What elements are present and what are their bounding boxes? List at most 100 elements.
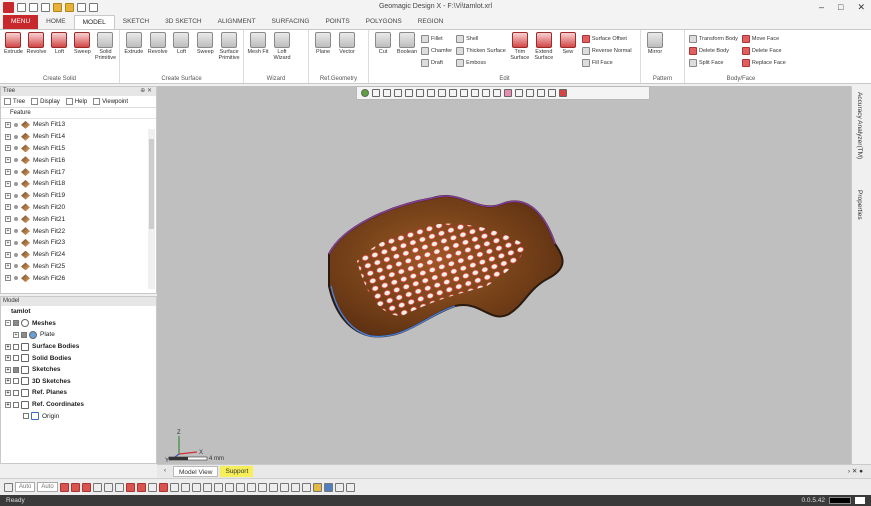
view-zoom-icon[interactable] xyxy=(290,482,300,492)
expand-icon[interactable]: + xyxy=(5,239,11,246)
tree-tool-button[interactable]: Tree xyxy=(4,98,25,105)
view-cube-icon[interactable] xyxy=(372,89,380,97)
view-fit-icon[interactable] xyxy=(279,482,289,492)
mirror-button[interactable]: Mirror xyxy=(644,32,666,55)
expand-icon[interactable]: + xyxy=(5,157,11,164)
select-vertex-icon[interactable] xyxy=(158,482,168,492)
tab-polygons[interactable]: POLYGONS xyxy=(358,15,410,29)
extend-select-icon[interactable] xyxy=(526,89,534,97)
view-section-icon[interactable] xyxy=(323,482,333,492)
loft-wizard-button[interactable]: Loft Wizard xyxy=(271,32,293,61)
3d-viewport[interactable]: Z X Y 4 mm xyxy=(157,86,851,464)
expand-icon[interactable]: + xyxy=(5,145,11,152)
select-mesh-icon[interactable] xyxy=(125,482,135,492)
expand-icon[interactable]: + xyxy=(5,389,11,396)
expand-icon[interactable]: + xyxy=(5,263,11,270)
tree-item[interactable]: + Mesh Fit16 xyxy=(1,154,156,166)
solid-extrude-button[interactable]: Extrude xyxy=(3,32,24,55)
visibility-checkbox[interactable] xyxy=(13,320,19,327)
expand-icon[interactable]: + xyxy=(5,401,11,408)
model-item-solid-bodies[interactable]: + Solid Bodies xyxy=(1,352,156,364)
expand-icon[interactable]: + xyxy=(5,180,11,187)
tab-home[interactable]: HOME xyxy=(38,15,74,29)
model-item-sketches[interactable]: + Sketches xyxy=(1,364,156,376)
delete-body-button[interactable]: Delete Body xyxy=(689,46,738,56)
model-root[interactable]: tamlot xyxy=(1,306,156,318)
tab-properties[interactable]: Properties xyxy=(856,190,863,220)
filter-icon[interactable] xyxy=(537,89,545,97)
surface-revolve-button[interactable]: Revolve xyxy=(147,32,169,55)
tree-item[interactable]: + Mesh Fit22 xyxy=(1,225,156,237)
model-item-3d-sketches[interactable]: +3D Sketches xyxy=(1,376,156,388)
solid-revolve-button[interactable]: Revolve xyxy=(26,32,47,55)
expand-icon[interactable]: + xyxy=(5,228,11,235)
tab-model-view[interactable]: Model View xyxy=(173,466,219,477)
tree-item[interactable]: + Mesh Fit13 xyxy=(1,119,156,131)
view-measure-icon[interactable] xyxy=(334,482,344,492)
view-left-icon[interactable] xyxy=(213,482,223,492)
rotate-icon[interactable] xyxy=(449,89,457,97)
tree-item[interactable]: + Mesh Fit25 xyxy=(1,261,156,273)
view-pan-icon[interactable] xyxy=(301,482,311,492)
line-select-icon[interactable] xyxy=(460,89,468,97)
expand-icon[interactable]: + xyxy=(5,204,11,211)
fillet-button[interactable]: Fillet xyxy=(421,34,452,44)
visibility-checkbox[interactable] xyxy=(13,343,19,350)
visibility-checkbox[interactable] xyxy=(13,378,19,385)
transform-body-button[interactable]: Transform Body xyxy=(689,34,738,44)
trim-surface-button[interactable]: Trim Surface xyxy=(509,32,531,61)
expand-icon[interactable]: + xyxy=(5,355,11,362)
select-mode-icon[interactable] xyxy=(4,482,13,492)
expand-icon[interactable]: + xyxy=(13,331,19,338)
expand-icon[interactable]: + xyxy=(5,121,11,128)
tree-item[interactable]: + Mesh Fit23 xyxy=(1,237,156,249)
model-item-surface-bodies[interactable]: + Surface Bodies xyxy=(1,341,156,353)
select-curve-icon[interactable] xyxy=(169,482,179,492)
expand-icon[interactable]: + xyxy=(5,169,11,176)
visibility-checkbox[interactable] xyxy=(21,331,27,338)
visibility-checkbox[interactable] xyxy=(23,413,29,420)
select-body-icon[interactable] xyxy=(92,482,102,492)
visibility-checkbox[interactable] xyxy=(13,355,19,362)
tab-3d-sketch[interactable]: 3D SKETCH xyxy=(157,15,209,29)
tab-points[interactable]: POINTS xyxy=(317,15,357,29)
tree-item[interactable]: + Mesh Fit15 xyxy=(1,143,156,155)
view-orient-icon[interactable] xyxy=(361,89,369,97)
solid-loft-button[interactable]: Loft xyxy=(49,32,70,55)
cut-button[interactable]: Cut xyxy=(372,32,394,55)
panel-pin-close-icon[interactable]: ⊕ ✕ xyxy=(140,87,152,96)
thicken-surface-button[interactable]: Thicken Surface xyxy=(456,46,506,56)
select-plane-icon[interactable] xyxy=(180,482,190,492)
view-front-icon[interactable] xyxy=(191,482,201,492)
display-mode-icon[interactable] xyxy=(548,89,556,97)
view-top-icon[interactable] xyxy=(235,482,245,492)
tree-scrollbar[interactable] xyxy=(148,129,155,289)
tab-accuracy-analyzer[interactable]: Accuracy Analyzer(TM) xyxy=(856,92,863,159)
shading-icon[interactable] xyxy=(416,89,424,97)
selection-mode-select[interactable]: Auto xyxy=(37,482,58,492)
brush-select-icon[interactable] xyxy=(504,89,512,97)
boolean-button[interactable]: Boolean xyxy=(396,32,418,55)
zoom-fit-icon[interactable] xyxy=(405,89,413,97)
select-sketch-icon[interactable] xyxy=(114,482,124,492)
help-tool-button[interactable]: Help xyxy=(65,98,87,105)
model-item-ref-planes[interactable]: + Ref. Planes xyxy=(1,387,156,399)
wireframe-icon[interactable] xyxy=(427,89,435,97)
expand-icon[interactable]: + xyxy=(5,366,11,373)
reverse-normal-button[interactable]: Reverse Normal xyxy=(581,46,632,56)
view-select-icon[interactable] xyxy=(394,89,402,97)
move-face-button[interactable]: Move Face xyxy=(741,34,786,44)
model-item-meshes[interactable]: − Meshes xyxy=(1,318,156,330)
tree-item[interactable]: + Mesh Fit19 xyxy=(1,190,156,202)
view-normal-icon[interactable] xyxy=(268,482,278,492)
split-face-button[interactable]: Split Face xyxy=(689,58,738,68)
rect-select-icon[interactable] xyxy=(471,89,479,97)
section-icon[interactable] xyxy=(438,89,446,97)
tree-item[interactable]: + Mesh Fit17 xyxy=(1,166,156,178)
draft-button[interactable]: Draft xyxy=(421,58,452,68)
surface-extrude-button[interactable]: Extrude xyxy=(123,32,145,55)
expand-icon[interactable]: + xyxy=(5,343,11,350)
view-iso-icon[interactable] xyxy=(257,482,267,492)
expand-icon[interactable]: + xyxy=(5,133,11,140)
display-tool-button[interactable]: Display xyxy=(31,98,60,105)
